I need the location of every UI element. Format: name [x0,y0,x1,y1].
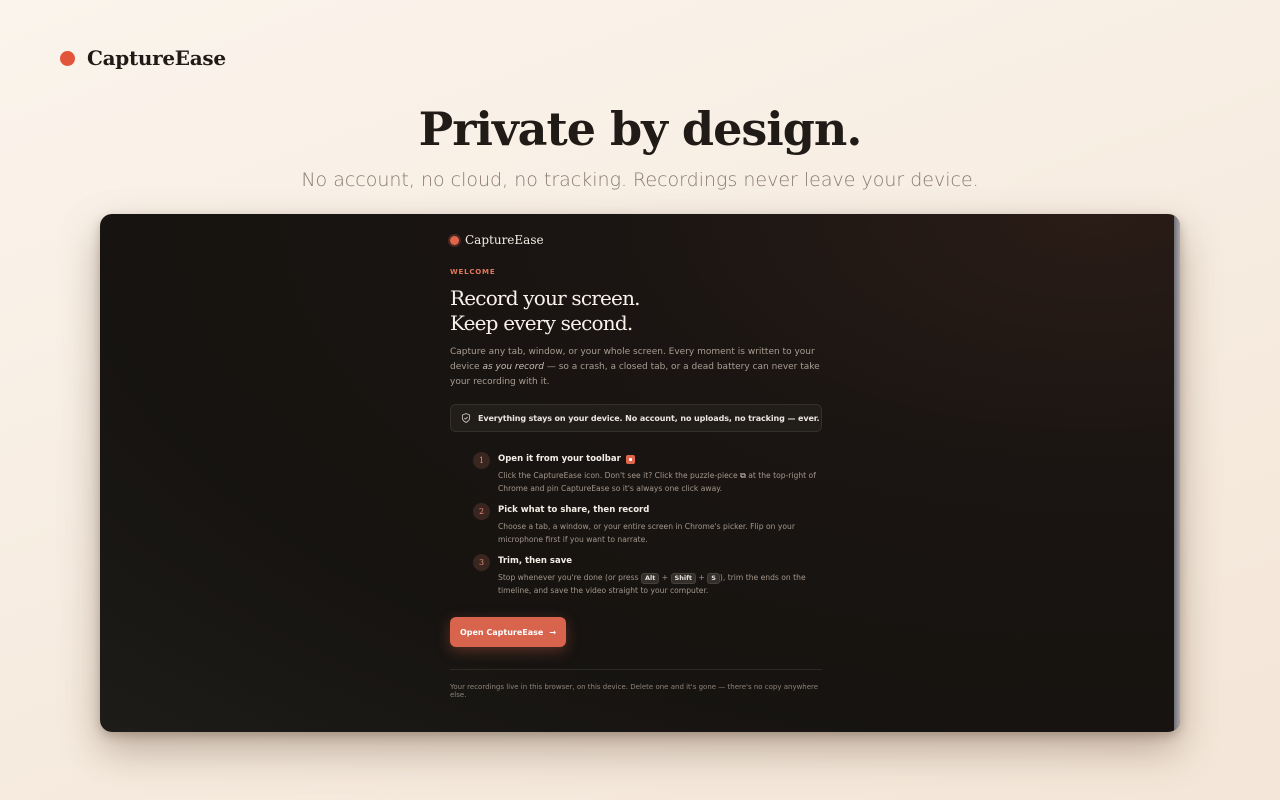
key-shift: Shift [670,573,697,584]
step-title: Pick what to share, then record [498,503,823,517]
key-separator: + [698,573,705,582]
step-title-text: Pick what to share, then record [498,505,650,515]
step-item-2: 2 Pick what to share, then record Choose… [473,503,823,554]
step-description: Click the CaptureEase icon. Don't see it… [498,469,823,495]
brand-dot-icon [60,50,75,66]
shield-check-icon [461,413,471,423]
brand-logo: CaptureEase [60,46,226,70]
privacy-notice-text: Everything stays on your device. No acco… [478,413,820,423]
step-number: 3 [473,554,490,571]
step-description: Stop whenever you're done (or press Alt … [498,571,823,597]
step-desc-part-1: Click the CaptureEase icon. Don't see it… [498,471,741,480]
welcome-eyebrow: WELCOME [450,268,496,276]
headline-line-2: Keep every second. [450,311,633,335]
divider [450,669,822,670]
app-screenshot-frame: CaptureEase WELCOME Record your screen. … [100,214,1180,732]
step-description: Choose a tab, a window, or your entire s… [498,522,795,544]
welcome-headline: Record your screen. Keep every second. [450,286,830,336]
key-s: S [707,573,720,584]
step-title: Open it from your toolbar [498,452,823,466]
step-item-1: 1 Open it from your toolbar Click the Ca… [473,452,823,503]
step-desc-part-1: Stop whenever you're done (or press [498,573,641,582]
frame-scrollbar [1174,214,1180,732]
app-brand-dot-icon [450,235,459,245]
hero-subtitle: No account, no cloud, no tracking. Recor… [301,169,979,191]
intro-text: Capture any tab, window, or your whole s… [450,345,822,390]
step-title: Trim, then save [498,554,823,568]
privacy-notice: Everything stays on your device. No acco… [450,404,822,432]
step-number: 1 [473,452,490,469]
step-title-text: Open it from your toolbar [498,454,621,464]
capture-ease-toolbar-icon [625,455,635,464]
intro-emphasis: as you record [482,362,545,372]
hero-title: Private by design. [418,102,863,156]
cta-label: Open CaptureEase [459,627,544,637]
key-separator: + [661,573,669,582]
steps-list: 1 Open it from your toolbar Click the Ca… [473,452,823,605]
app-brand-name: CaptureEase [465,233,544,247]
arrow-right-icon: → [549,627,557,637]
step-item-3: 3 Trim, then save Stop whenever you're d… [473,554,823,605]
key-alt: Alt [640,573,660,584]
footer-note: Your recordings live in this browser, on… [450,683,819,699]
headline-line-1: Record your screen. [450,286,641,310]
app-brand: CaptureEase [450,233,544,247]
open-capture-ease-button[interactable]: Open CaptureEase → [450,617,566,647]
brand-name: CaptureEase [87,46,226,70]
step-title-text: Trim, then save [498,556,573,566]
step-number: 2 [473,503,490,520]
